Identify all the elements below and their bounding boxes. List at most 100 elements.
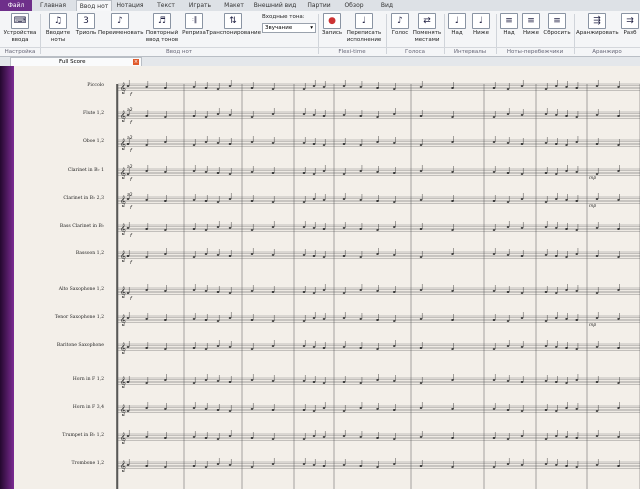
tab-parts[interactable]: Партии bbox=[302, 0, 336, 11]
note[interactable] bbox=[506, 345, 510, 347]
note[interactable] bbox=[359, 382, 363, 384]
note[interactable] bbox=[302, 226, 306, 228]
note[interactable] bbox=[554, 346, 558, 348]
note[interactable] bbox=[250, 87, 254, 89]
note[interactable] bbox=[322, 289, 326, 291]
note[interactable] bbox=[492, 253, 496, 255]
tab-file[interactable]: Файл bbox=[0, 0, 32, 11]
note[interactable] bbox=[492, 141, 496, 143]
note[interactable] bbox=[342, 227, 346, 229]
note[interactable] bbox=[342, 143, 346, 145]
note[interactable] bbox=[164, 408, 167, 410]
note[interactable] bbox=[228, 85, 232, 87]
note[interactable] bbox=[126, 435, 130, 437]
note[interactable] bbox=[271, 291, 275, 293]
note[interactable] bbox=[492, 87, 496, 89]
repeat-button[interactable]: 𝄇 Реприза bbox=[180, 13, 208, 37]
note[interactable] bbox=[312, 85, 316, 87]
note[interactable] bbox=[204, 229, 208, 231]
note[interactable] bbox=[554, 255, 558, 257]
note[interactable] bbox=[492, 319, 496, 321]
note[interactable] bbox=[506, 380, 510, 382]
note[interactable] bbox=[506, 88, 510, 90]
note[interactable] bbox=[145, 436, 148, 438]
note[interactable] bbox=[392, 438, 396, 440]
note[interactable] bbox=[192, 347, 196, 349]
note[interactable] bbox=[575, 171, 579, 173]
note[interactable] bbox=[164, 437, 167, 439]
note[interactable] bbox=[492, 348, 496, 350]
note[interactable] bbox=[451, 319, 454, 321]
note[interactable] bbox=[312, 435, 316, 437]
note[interactable] bbox=[302, 463, 306, 465]
note[interactable] bbox=[520, 381, 524, 383]
note[interactable] bbox=[359, 289, 363, 291]
note[interactable] bbox=[359, 228, 363, 230]
note[interactable] bbox=[164, 87, 167, 89]
note[interactable] bbox=[565, 465, 568, 467]
note[interactable] bbox=[554, 173, 558, 175]
note[interactable] bbox=[617, 144, 620, 146]
note[interactable] bbox=[322, 256, 326, 258]
note[interactable] bbox=[302, 142, 306, 144]
note[interactable] bbox=[544, 88, 548, 90]
note[interactable] bbox=[451, 200, 454, 202]
note[interactable] bbox=[392, 380, 396, 382]
note[interactable] bbox=[322, 465, 326, 467]
note[interactable] bbox=[204, 87, 208, 89]
note[interactable] bbox=[126, 114, 130, 116]
note[interactable] bbox=[342, 346, 346, 348]
note[interactable] bbox=[575, 290, 579, 292]
note[interactable] bbox=[204, 141, 208, 143]
note[interactable] bbox=[392, 409, 396, 411]
note[interactable] bbox=[164, 348, 167, 350]
note[interactable] bbox=[228, 464, 232, 466]
note[interactable] bbox=[216, 320, 220, 322]
note[interactable] bbox=[342, 255, 346, 257]
note[interactable] bbox=[451, 379, 454, 381]
note[interactable] bbox=[126, 143, 130, 145]
note[interactable] bbox=[312, 227, 316, 229]
note[interactable] bbox=[145, 289, 148, 291]
note[interactable] bbox=[164, 319, 167, 321]
note[interactable] bbox=[312, 114, 316, 116]
note[interactable] bbox=[595, 85, 599, 87]
note[interactable] bbox=[575, 141, 579, 143]
note[interactable] bbox=[554, 85, 558, 87]
note[interactable] bbox=[126, 85, 130, 87]
note[interactable] bbox=[302, 345, 306, 347]
note[interactable] bbox=[419, 86, 423, 88]
note[interactable] bbox=[145, 199, 148, 201]
note[interactable] bbox=[376, 141, 379, 143]
note[interactable] bbox=[271, 380, 275, 382]
explode-button[interactable]: ⇉ Разб bbox=[620, 13, 640, 37]
note[interactable] bbox=[164, 253, 167, 255]
note[interactable] bbox=[250, 290, 254, 292]
note[interactable] bbox=[204, 437, 208, 439]
note[interactable] bbox=[565, 318, 568, 320]
note[interactable] bbox=[216, 142, 220, 144]
note[interactable] bbox=[322, 228, 326, 230]
note[interactable] bbox=[544, 172, 548, 174]
note[interactable] bbox=[565, 289, 568, 291]
note[interactable] bbox=[322, 347, 326, 349]
note[interactable] bbox=[216, 172, 220, 174]
repitch-button[interactable]: ♬ Повторный ввод тонов bbox=[144, 13, 180, 43]
note[interactable] bbox=[595, 143, 599, 145]
note[interactable] bbox=[544, 345, 548, 347]
note[interactable] bbox=[271, 254, 275, 256]
close-icon[interactable]: × bbox=[133, 59, 139, 65]
note[interactable] bbox=[617, 170, 620, 172]
note[interactable] bbox=[376, 379, 379, 381]
note[interactable] bbox=[302, 409, 306, 411]
note[interactable] bbox=[271, 320, 275, 322]
note[interactable] bbox=[192, 382, 196, 384]
note[interactable] bbox=[359, 347, 363, 349]
note[interactable] bbox=[492, 171, 496, 173]
note[interactable] bbox=[617, 199, 620, 201]
note[interactable] bbox=[145, 256, 148, 258]
note[interactable] bbox=[192, 256, 196, 258]
note[interactable] bbox=[342, 292, 346, 294]
note[interactable] bbox=[164, 290, 167, 292]
note[interactable] bbox=[376, 348, 379, 350]
